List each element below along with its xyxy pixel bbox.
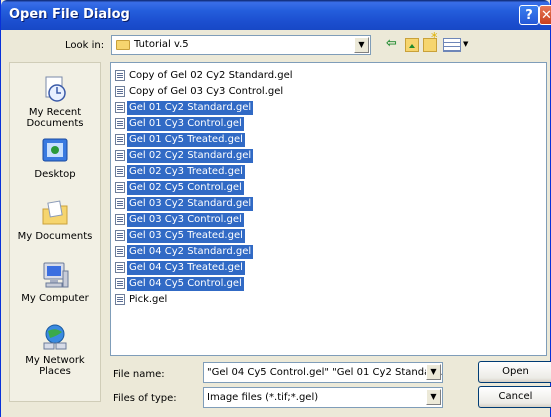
file-name: Gel 03 Cy2 Standard.gel <box>127 197 254 211</box>
file-icon <box>115 150 125 161</box>
file-name: Gel 03 Cy5 Treated.gel <box>127 229 245 243</box>
look-in-value: Tutorial v.5 <box>134 39 189 50</box>
file-name: Copy of Gel 03 Cy3 Control.gel <box>129 86 284 97</box>
cancel-button[interactable]: Cancel <box>478 386 551 408</box>
file-icon <box>115 166 125 177</box>
file-item[interactable]: Gel 03 Cy5 Treated.gel <box>115 229 245 243</box>
file-item[interactable]: Gel 04 Cy2 Standard.gel <box>115 245 254 259</box>
place-label: My Documents <box>17 231 93 242</box>
file-name: Copy of Gel 02 Cy2 Standard.gel <box>129 70 293 81</box>
place-label: My Recent Documents <box>26 107 84 129</box>
file-item[interactable]: Gel 04 Cy5 Control.gel <box>115 277 244 291</box>
my-computer-icon <box>43 262 69 288</box>
views-dropdown-arrow-icon[interactable]: ▼ <box>463 40 468 48</box>
file-icon <box>115 182 125 193</box>
look-in-dropdown[interactable]: Tutorial v.5 ▼ <box>111 35 371 55</box>
file-item[interactable]: Gel 02 Cy2 Standard.gel <box>115 149 254 163</box>
file-name: Gel 02 Cy5 Control.gel <box>127 181 244 195</box>
place-desktop[interactable]: Desktop <box>10 137 100 180</box>
file-name: Gel 01 Cy5 Treated.gel <box>127 133 245 147</box>
file-icon <box>115 246 125 257</box>
file-name: Gel 04 Cy5 Control.gel <box>127 277 244 291</box>
file-name-field[interactable]: "Gel 04 Cy5 Control.gel" "Gel 01 Cy2 Sta… <box>203 362 443 383</box>
chevron-down-icon[interactable]: ▼ <box>354 37 369 53</box>
recent-documents-icon <box>45 76 66 102</box>
file-icon <box>115 230 125 241</box>
file-type-dropdown[interactable]: Image files (*.tif;*.gel) ▼ <box>203 387 443 408</box>
chevron-down-icon[interactable]: ▼ <box>426 389 441 405</box>
file-item[interactable]: Pick.gel <box>115 293 169 307</box>
up-one-level-icon[interactable] <box>405 38 419 52</box>
my-documents-icon <box>42 200 68 225</box>
file-name-label: File name: <box>113 369 165 380</box>
file-name: Pick.gel <box>129 294 168 305</box>
place-my-computer[interactable]: My Computer <box>10 261 100 304</box>
file-item[interactable]: Copy of Gel 03 Cy3 Control.gel <box>115 85 285 99</box>
file-icon <box>115 214 125 225</box>
open-file-dialog: Open File Dialog ? ✕ Look in: Tutorial v… <box>0 0 551 417</box>
back-icon[interactable]: ⇦ <box>386 37 400 52</box>
file-name: Gel 04 Cy2 Standard.gel <box>127 245 254 259</box>
file-icon <box>115 198 125 209</box>
file-name-value: "Gel 04 Cy5 Control.gel" "Gel 01 Cy2 Sta… <box>207 367 443 378</box>
file-item[interactable]: Gel 03 Cy3 Control.gel <box>115 213 244 227</box>
file-item[interactable]: Gel 03 Cy2 Standard.gel <box>115 197 254 211</box>
file-item[interactable]: Copy of Gel 02 Cy2 Standard.gel <box>115 69 295 83</box>
file-item[interactable]: Gel 01 Cy2 Standard.gel <box>115 101 254 115</box>
file-name: Gel 04 Cy3 Treated.gel <box>127 261 245 275</box>
file-name: Gel 01 Cy3 Control.gel <box>127 117 244 131</box>
file-item[interactable]: Gel 02 Cy3 Treated.gel <box>115 165 245 179</box>
file-list[interactable]: Copy of Gel 02 Cy2 Standard.gel Copy of … <box>110 62 547 356</box>
file-type-label: Files of type: <box>113 393 177 404</box>
file-type-value: Image files (*.tif;*.gel) <box>207 392 319 403</box>
file-icon <box>115 70 125 81</box>
file-name: Gel 02 Cy2 Standard.gel <box>127 149 254 163</box>
file-icon <box>115 262 125 273</box>
desktop-icon <box>42 138 68 162</box>
file-item[interactable]: Gel 01 Cy3 Control.gel <box>115 117 244 131</box>
file-icon <box>115 278 125 289</box>
file-icon <box>115 118 125 129</box>
look-in-label: Look in: <box>65 40 105 51</box>
place-my-network-places[interactable]: My Network Places <box>10 323 100 377</box>
views-menu-icon[interactable] <box>443 38 461 52</box>
file-item[interactable]: Gel 02 Cy5 Control.gel <box>115 181 244 195</box>
new-folder-icon[interactable] <box>423 31 438 52</box>
file-name: Gel 03 Cy3 Control.gel <box>127 213 244 227</box>
file-item[interactable]: Gel 01 Cy5 Treated.gel <box>115 133 245 147</box>
place-my-documents[interactable]: My Documents <box>10 199 100 242</box>
file-name: Gel 02 Cy3 Treated.gel <box>127 165 245 179</box>
places-bar: My Recent Documents Desktop My Documents <box>9 62 101 402</box>
chevron-down-icon[interactable]: ▼ <box>426 364 441 380</box>
file-name: Gel 01 Cy2 Standard.gel <box>127 101 254 115</box>
place-my-recent-documents[interactable]: My Recent Documents <box>10 75 100 129</box>
file-icon <box>115 134 125 145</box>
file-item[interactable]: Gel 04 Cy3 Treated.gel <box>115 261 245 275</box>
file-icon <box>115 86 125 97</box>
place-label: My Computer <box>21 293 89 304</box>
title-bar[interactable]: Open File Dialog ? ✕ <box>1 0 551 30</box>
network-places-icon <box>43 324 67 350</box>
file-icon <box>115 294 125 305</box>
window-title: Open File Dialog <box>9 7 130 22</box>
open-button[interactable]: Open <box>478 361 551 383</box>
help-button[interactable]: ? <box>519 5 539 25</box>
place-label: My Network Places <box>25 355 85 377</box>
close-button[interactable]: ✕ <box>539 5 551 25</box>
file-icon <box>115 102 125 113</box>
folder-icon <box>116 40 130 50</box>
place-label: Desktop <box>34 169 76 180</box>
